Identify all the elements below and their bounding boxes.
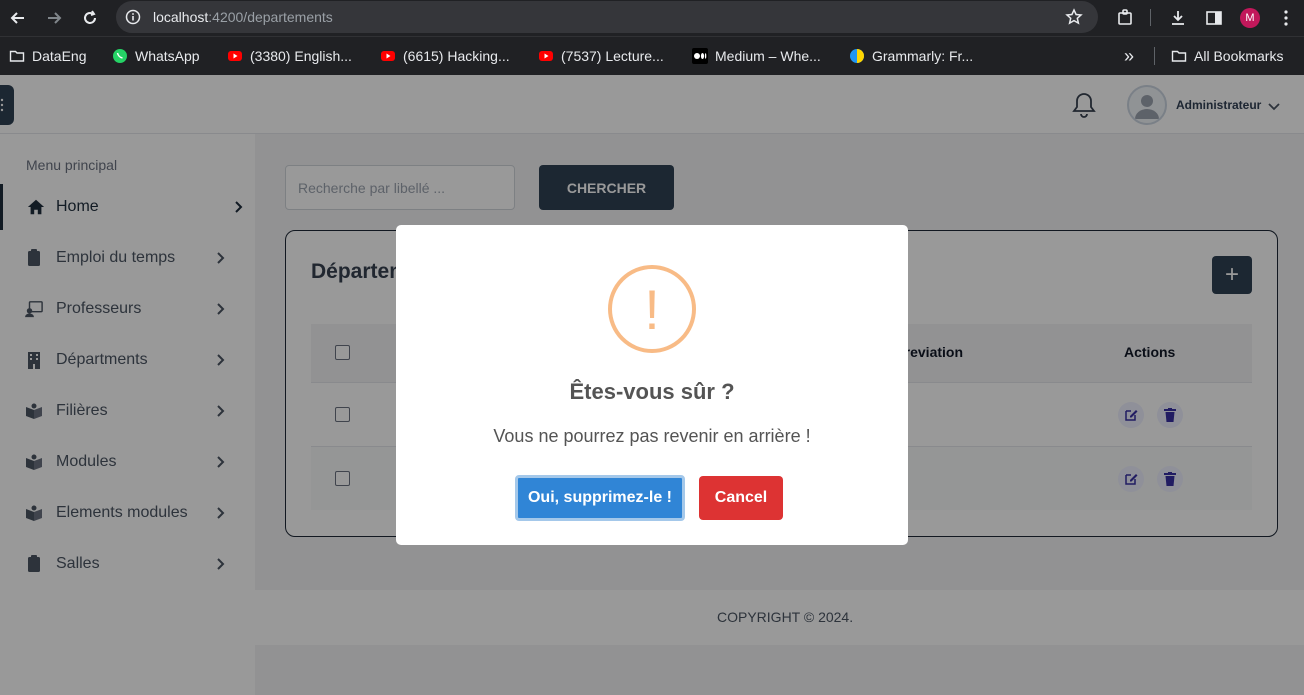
site-info-icon[interactable] xyxy=(125,9,141,30)
youtube-icon xyxy=(228,51,242,61)
profile-initial: M xyxy=(1240,8,1260,28)
forward-icon[interactable] xyxy=(42,6,66,30)
bookmark-whatsapp[interactable]: WhatsApp xyxy=(112,46,200,66)
bookmark-label: (7537) Lecture... xyxy=(561,48,664,64)
extensions-icon[interactable] xyxy=(1113,6,1137,30)
bookmark-youtube-lecture[interactable]: (7537) Lecture... xyxy=(538,46,664,66)
youtube-icon xyxy=(539,51,553,61)
url-text: localhost:4200/departements xyxy=(153,9,333,25)
profile-avatar[interactable]: M xyxy=(1238,6,1262,30)
bookmark-youtube-english[interactable]: (3380) English... xyxy=(227,46,352,66)
warning-icon: ! xyxy=(608,265,696,353)
bookmark-label: Medium – Whe... xyxy=(715,48,821,64)
star-icon[interactable] xyxy=(1065,8,1083,31)
bookmarks-divider xyxy=(1154,47,1155,65)
bookmark-label: DataEng xyxy=(32,48,87,64)
cancel-button[interactable]: Cancel xyxy=(699,476,783,520)
reload-icon[interactable] xyxy=(78,6,102,30)
bookmark-youtube-hacking[interactable]: (6615) Hacking... xyxy=(380,46,510,66)
bookmark-dataeng[interactable]: DataEng xyxy=(9,46,86,66)
dialog-text: Vous ne pourrez pas revenir en arrière ! xyxy=(493,426,811,446)
youtube-icon xyxy=(381,51,395,61)
all-bookmarks-label: All Bookmarks xyxy=(1194,48,1284,64)
grammarly-icon xyxy=(850,49,864,63)
bookmark-label: Grammarly: Fr... xyxy=(872,48,974,64)
toolbar-divider xyxy=(1150,9,1151,26)
all-bookmarks[interactable]: All Bookmarks xyxy=(1171,46,1283,66)
more-bookmarks-icon[interactable]: » xyxy=(1124,46,1134,66)
bookmark-grammarly[interactable]: Grammarly: Fr... xyxy=(849,46,973,66)
bookmark-label: (3380) English... xyxy=(250,48,352,64)
confirm-delete-dialog: ! Êtes-vous sûr ? Vous ne pourrez pas re… xyxy=(396,225,908,545)
browser-toolbar: localhost:4200/departements M xyxy=(0,0,1304,36)
bookmark-medium[interactable]: Medium – Whe... xyxy=(692,46,821,66)
bookmarks-bar: DataEng WhatsApp (3380) English... (6615… xyxy=(0,36,1304,75)
medium-icon xyxy=(692,48,708,64)
download-icon[interactable] xyxy=(1166,6,1190,30)
url-host: localhost xyxy=(153,9,209,25)
sidepanel-icon[interactable] xyxy=(1202,6,1226,30)
folder-icon xyxy=(9,50,25,62)
more-vert-icon[interactable] xyxy=(1274,6,1298,30)
dialog-title: Êtes-vous sûr ? xyxy=(569,379,735,404)
bookmark-label: WhatsApp xyxy=(135,48,200,64)
confirm-delete-button[interactable]: Oui, supprimez-le ! xyxy=(515,475,685,521)
url-path: :4200/departements xyxy=(208,9,333,25)
whatsapp-icon xyxy=(113,49,127,63)
bookmark-label: (6615) Hacking... xyxy=(403,48,510,64)
address-bar[interactable]: localhost:4200/departements xyxy=(116,1,1098,33)
folder-icon xyxy=(1171,50,1187,62)
back-icon[interactable] xyxy=(6,6,30,30)
